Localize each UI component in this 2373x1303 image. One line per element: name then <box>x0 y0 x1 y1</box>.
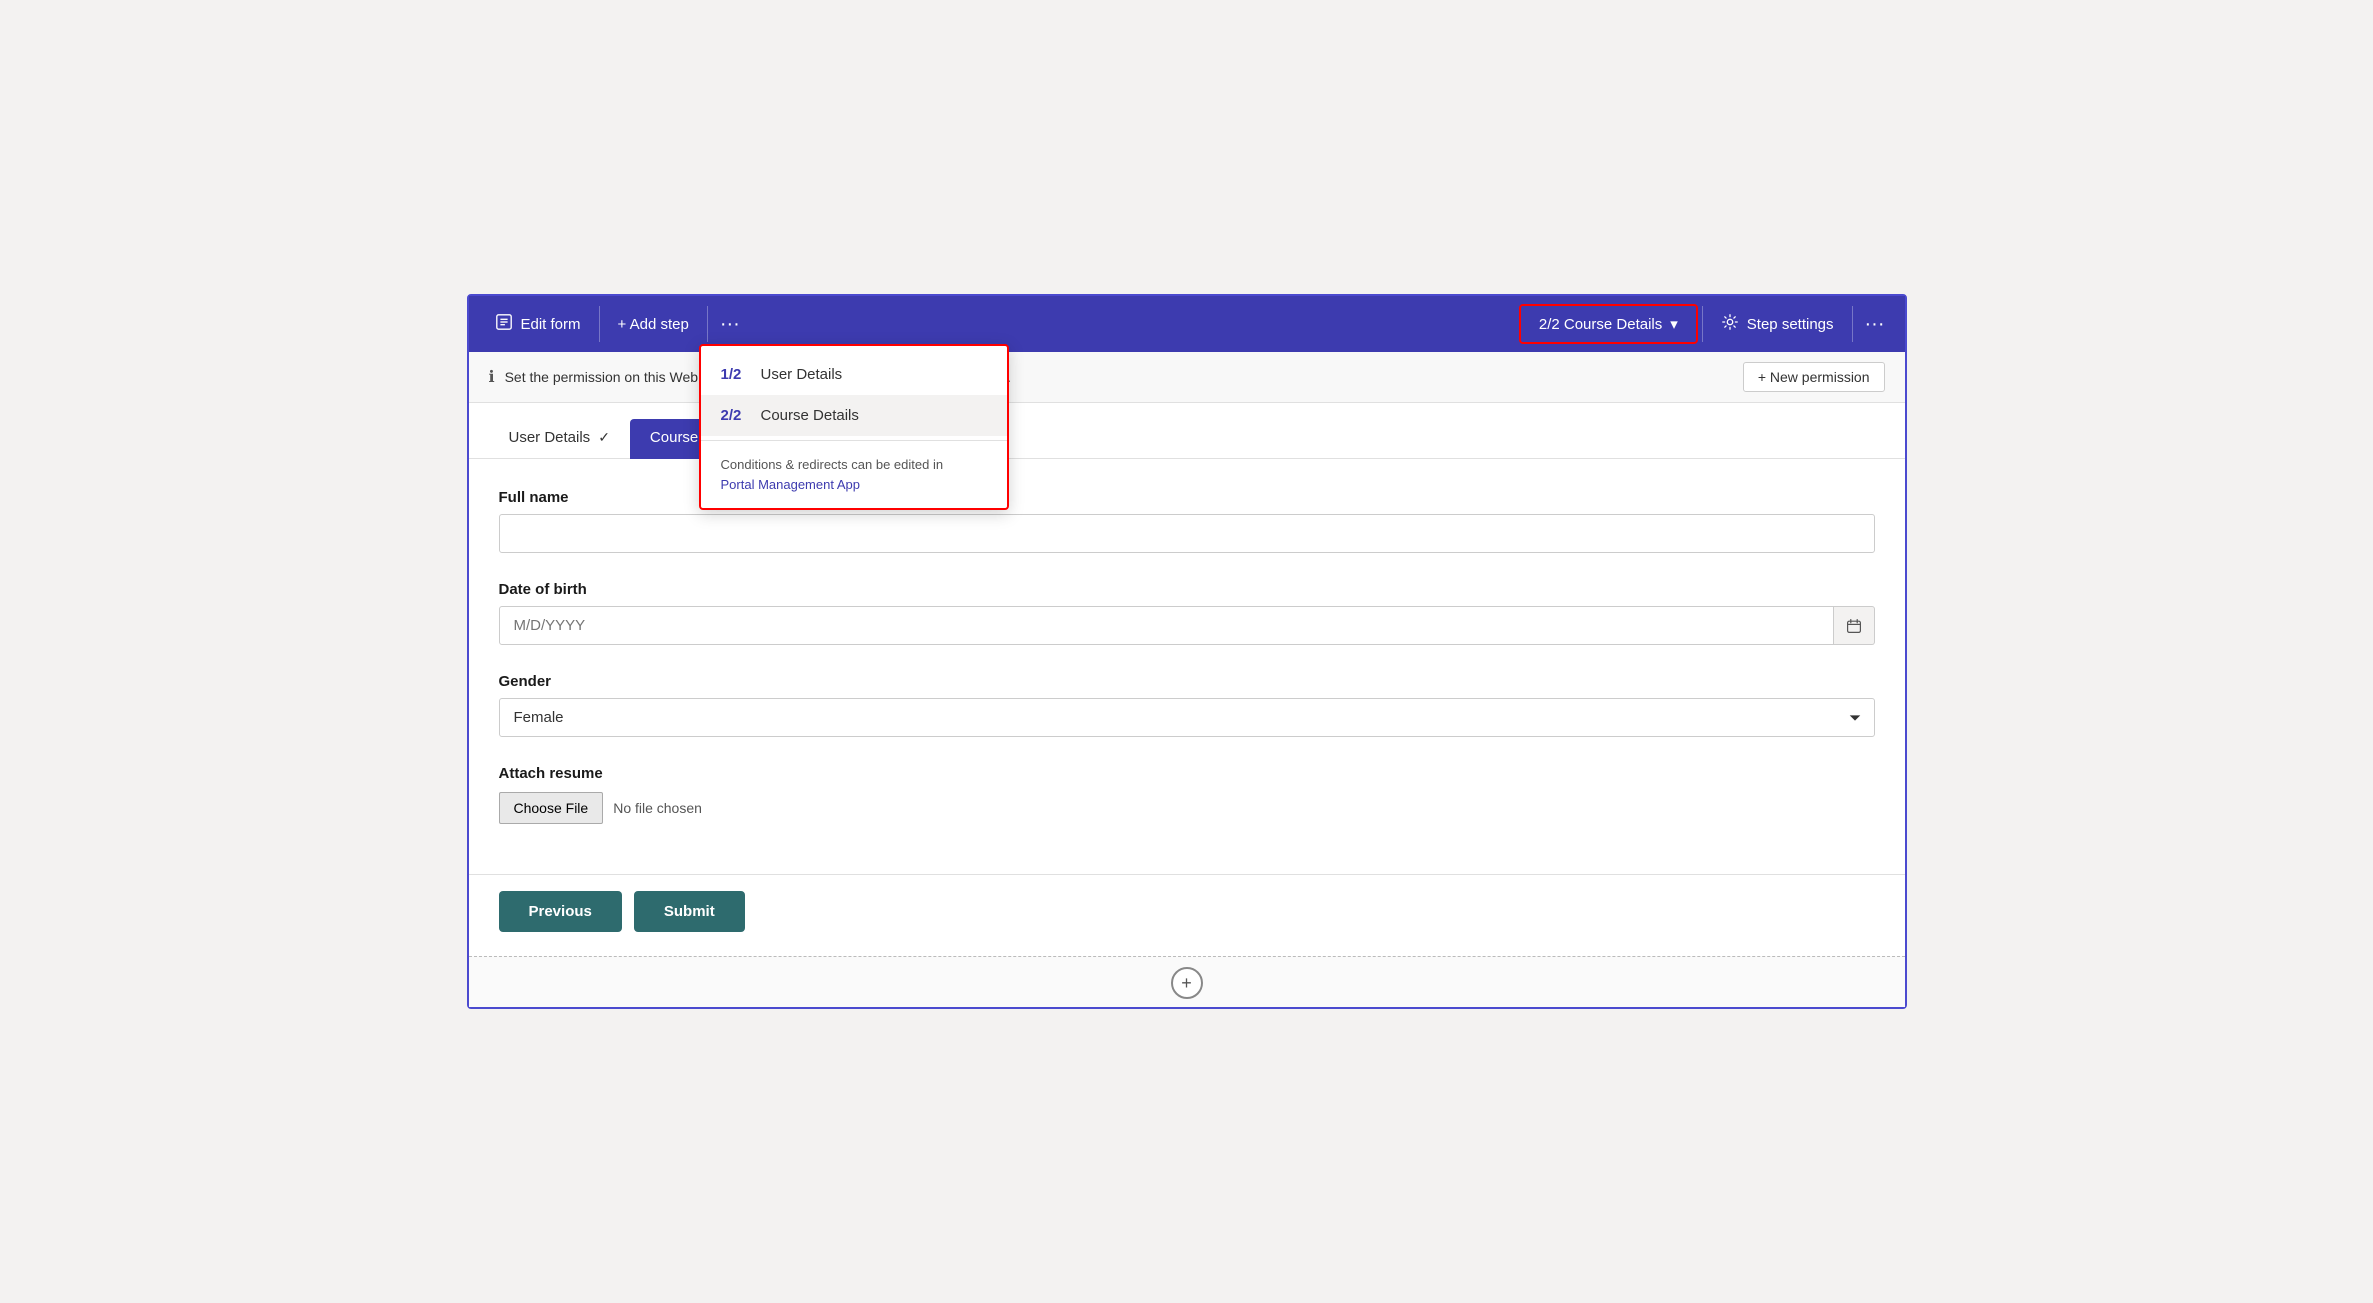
choose-file-button[interactable]: Choose File <box>499 792 604 824</box>
tab-user-details-label: User Details <box>509 429 591 446</box>
dropdown-item-1[interactable]: 1/2 User Details <box>701 354 1007 395</box>
step-settings-button[interactable]: Step settings <box>1703 296 1852 352</box>
date-input-wrapper <box>499 606 1875 645</box>
toolbar-more-dots: ··· <box>720 313 740 336</box>
submit-button[interactable]: Submit <box>634 891 745 932</box>
form-actions: Previous Submit <box>469 874 1905 956</box>
step-more-button[interactable]: ··· <box>1853 296 1897 352</box>
step-tabs: User Details ✓ Course Details <box>469 403 1905 459</box>
new-permission-label: + New permission <box>1758 369 1870 385</box>
new-permission-button[interactable]: + New permission <box>1743 362 1885 392</box>
dropdown-step-label-2: Course Details <box>761 407 859 424</box>
choose-file-label: Choose File <box>514 800 589 816</box>
file-input-row: Choose File No file chosen <box>499 792 1875 824</box>
dropdown-divider <box>701 440 1007 441</box>
portal-management-link[interactable]: Portal Management App <box>721 477 860 492</box>
dropdown-step-label-1: User Details <box>761 366 843 383</box>
add-step-label: + Add step <box>618 316 689 333</box>
step-dropdown-button[interactable]: 2/2 Course Details ▾ <box>1519 304 1698 344</box>
add-section-icon: + <box>1181 973 1192 994</box>
edit-form-icon <box>495 313 513 335</box>
edit-form-label: Edit form <box>521 316 581 333</box>
edit-form-button[interactable]: Edit form <box>477 296 599 352</box>
add-step-button[interactable]: + Add step <box>600 296 707 352</box>
dropdown-step-num-1: 1/2 <box>721 366 749 383</box>
permission-banner: ℹ Set the permission on this Web form so… <box>469 352 1905 403</box>
no-file-text: No file chosen <box>613 800 702 816</box>
previous-button[interactable]: Previous <box>499 891 622 932</box>
tab-user-details[interactable]: User Details ✓ <box>489 419 630 459</box>
dropdown-footer-text: Conditions & redirects can be edited in <box>721 457 944 472</box>
step-settings-label: Step settings <box>1747 316 1834 333</box>
gender-label: Gender <box>499 673 1875 690</box>
previous-label: Previous <box>529 903 592 920</box>
add-section-button[interactable]: + <box>1171 967 1203 999</box>
field-gender: Gender Female Male Other Prefer not to s… <box>499 673 1875 737</box>
dropdown-footer: Conditions & redirects can be edited in … <box>701 445 1007 500</box>
date-of-birth-input[interactable] <box>499 606 1834 645</box>
gear-icon <box>1721 313 1739 335</box>
toolbar: Edit form + Add step ··· 2/2 Course Deta… <box>469 296 1905 352</box>
form-editor-wrapper: Edit form + Add step ··· 2/2 Course Deta… <box>467 294 1907 1009</box>
chevron-down-icon: ▾ <box>1670 315 1678 333</box>
date-of-birth-label: Date of birth <box>499 581 1875 598</box>
checkmark-icon: ✓ <box>598 429 610 446</box>
dropdown-step-num-2: 2/2 <box>721 407 749 424</box>
attach-resume-section: Attach resume Choose File No file chosen <box>499 765 1875 824</box>
submit-label: Submit <box>664 903 715 920</box>
calendar-icon[interactable] <box>1834 606 1875 645</box>
form-content: Full name Date of birth Gender <box>469 459 1905 874</box>
dropdown-item-2[interactable]: 2/2 Course Details <box>701 395 1007 436</box>
step-more-dots: ··· <box>1865 313 1885 336</box>
attach-resume-label: Attach resume <box>499 765 1875 782</box>
step-label: 2/2 Course Details <box>1539 316 1662 333</box>
full-name-input[interactable] <box>499 514 1875 553</box>
info-icon: ℹ <box>489 367 495 387</box>
field-date-of-birth: Date of birth <box>499 581 1875 645</box>
step-dropdown-overlay: 1/2 User Details 2/2 Course Details Cond… <box>699 344 1009 510</box>
bottom-bar: + <box>469 956 1905 1007</box>
gender-select[interactable]: Female Male Other Prefer not to say <box>499 698 1875 737</box>
